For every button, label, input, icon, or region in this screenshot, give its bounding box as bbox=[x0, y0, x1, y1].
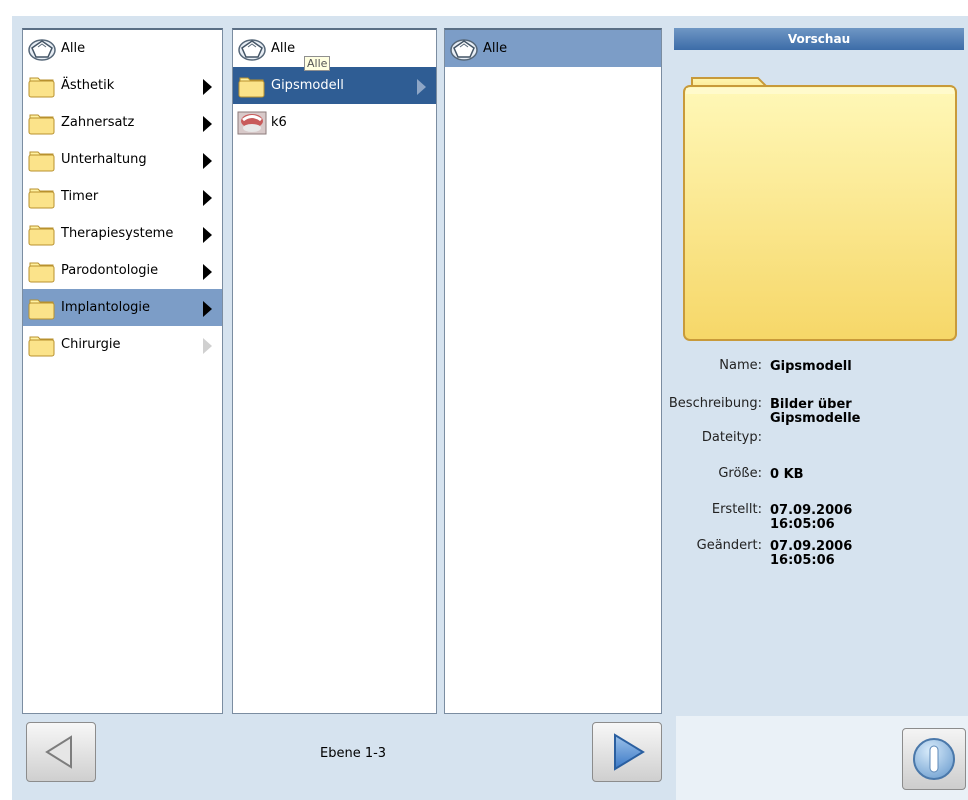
level-1-item-label: Unterhaltung bbox=[61, 152, 147, 167]
level-2-item[interactable]: Alle bbox=[233, 30, 436, 67]
size-value: 0 KB bbox=[770, 467, 804, 482]
level-2-column[interactable]: Alle Gipsmodell k6 bbox=[232, 28, 437, 714]
created-value: 07.09.2006 16:05:06 bbox=[770, 503, 853, 532]
all-icon bbox=[27, 36, 57, 62]
level-2-item-label: Gipsmodell bbox=[271, 78, 344, 93]
level-2-item[interactable]: k6 bbox=[233, 104, 436, 141]
expand-arrow-icon[interactable] bbox=[203, 79, 212, 95]
level-2-item[interactable]: Gipsmodell bbox=[233, 67, 436, 104]
all-icon bbox=[237, 36, 267, 62]
level-1-item-label: Chirurgie bbox=[61, 337, 121, 352]
expand-arrow-icon[interactable] bbox=[417, 79, 426, 95]
level-1-item-label: Zahnersatz bbox=[61, 115, 135, 130]
level-1-item-label: Implantologie bbox=[61, 300, 151, 315]
name-label: Name: bbox=[719, 358, 762, 373]
expand-arrow-icon[interactable] bbox=[203, 338, 212, 354]
all-icon bbox=[449, 36, 479, 62]
arrow-right-icon bbox=[614, 733, 645, 771]
modified-label: Geändert: bbox=[696, 538, 762, 553]
level-1-column[interactable]: Alle Ästhetik Zahnersatz Unterhaltung Timer T… bbox=[22, 28, 223, 714]
image-thumbnail-icon bbox=[237, 110, 267, 136]
created-label: Erstellt: bbox=[711, 502, 762, 517]
modified-value: 07.09.2006 16:05:06 bbox=[770, 539, 853, 568]
folder-icon bbox=[27, 110, 57, 136]
expand-arrow-icon[interactable] bbox=[203, 227, 212, 243]
level-1-item-label: Alle bbox=[61, 41, 86, 56]
level-1-item-label: Timer bbox=[61, 189, 99, 204]
level-3-column[interactable]: Alle bbox=[444, 28, 662, 714]
folder-icon bbox=[27, 184, 57, 210]
folder-icon bbox=[27, 295, 57, 321]
level-1-item-label: Parodontologie bbox=[61, 263, 159, 278]
name-value: Gipsmodell bbox=[770, 359, 852, 374]
filetype-label: Dateityp: bbox=[701, 430, 762, 445]
expand-arrow-icon[interactable] bbox=[203, 153, 212, 169]
level-1-item[interactable]: Therapiesysteme bbox=[23, 215, 222, 252]
level-1-item[interactable]: Ästhetik bbox=[23, 67, 222, 104]
level-3-item-label: Alle bbox=[483, 41, 508, 56]
tooltip: Alle bbox=[304, 56, 331, 71]
description-value: Bilder über Gipsmodelle bbox=[770, 397, 861, 426]
expand-arrow-icon[interactable] bbox=[203, 116, 212, 132]
preview-panel: Vorschau Name: Gipsmodell Beschreibung: … bbox=[669, 20, 966, 716]
info-icon bbox=[913, 738, 955, 780]
level-1-item[interactable]: Parodontologie bbox=[23, 252, 222, 289]
folder-icon bbox=[27, 332, 57, 358]
expand-arrow-icon[interactable] bbox=[203, 301, 212, 317]
folder-icon bbox=[237, 73, 267, 99]
expand-arrow-icon[interactable] bbox=[203, 264, 212, 280]
arrow-left-icon bbox=[45, 735, 72, 769]
folder-icon bbox=[27, 258, 57, 284]
level-1-item[interactable]: Unterhaltung bbox=[23, 141, 222, 178]
level-1-item[interactable]: Chirurgie bbox=[23, 326, 222, 363]
back-button[interactable] bbox=[26, 722, 96, 782]
folder-icon bbox=[27, 73, 57, 99]
level-1-item[interactable]: Alle bbox=[23, 30, 222, 67]
level-1-item[interactable]: Timer bbox=[23, 178, 222, 215]
level-1-item-label: Therapiesysteme bbox=[61, 226, 174, 241]
folder-icon bbox=[27, 221, 57, 247]
description-label: Beschreibung: bbox=[668, 396, 762, 411]
folder-icon bbox=[27, 147, 57, 173]
forward-button[interactable] bbox=[592, 722, 662, 782]
size-label: Größe: bbox=[718, 466, 762, 481]
level-1-item[interactable]: Zahnersatz bbox=[23, 104, 222, 141]
expand-arrow-icon[interactable] bbox=[203, 190, 212, 206]
level-3-item[interactable]: Alle bbox=[445, 30, 661, 67]
info-button[interactable] bbox=[902, 728, 966, 790]
level-1-item-label: Ästhetik bbox=[61, 78, 115, 93]
level-2-item-label: k6 bbox=[271, 115, 287, 130]
level-1-item[interactable]: Implantologie bbox=[23, 289, 222, 326]
level-2-item-label: Alle bbox=[271, 41, 296, 56]
level-label: Ebene 1-3 bbox=[320, 746, 387, 761]
